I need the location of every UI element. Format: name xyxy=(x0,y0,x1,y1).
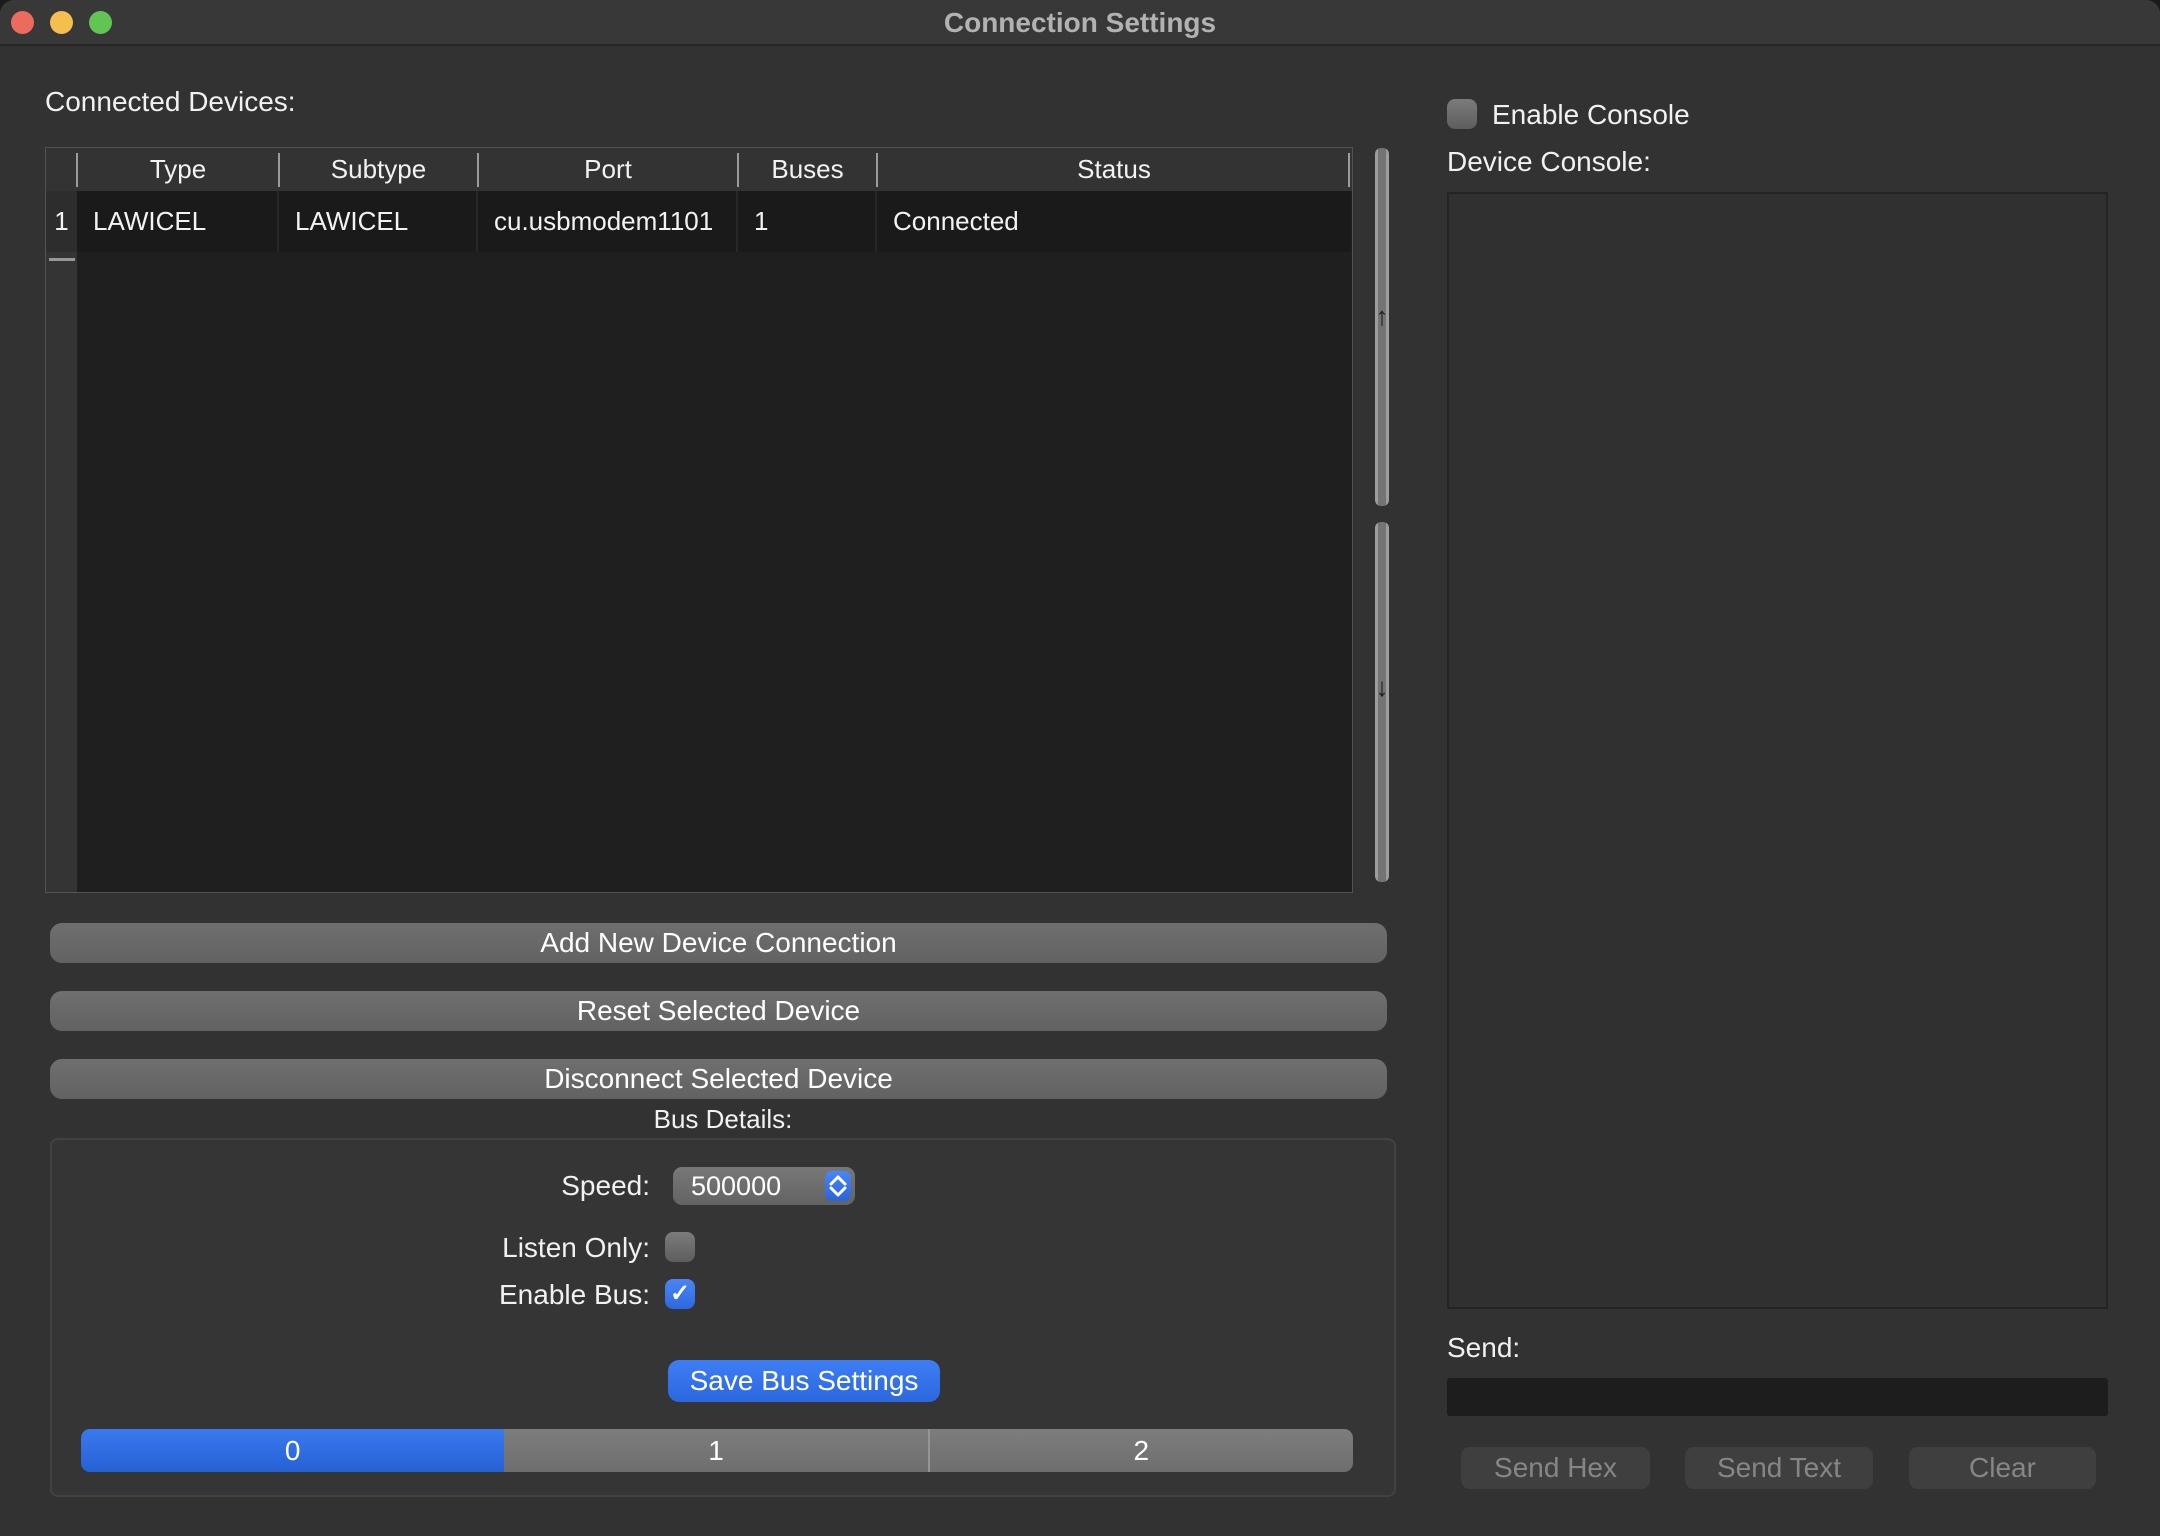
send-hex-button[interactable]: Send Hex xyxy=(1461,1447,1650,1489)
enable-console-label: Enable Console xyxy=(1492,100,1690,130)
bus-tab-2[interactable]: 2 xyxy=(928,1429,1353,1472)
checkmark-icon: ✓ xyxy=(670,1280,690,1307)
bus-tab-0[interactable]: 0 xyxy=(81,1429,504,1472)
listen-only-label: Listen Only: xyxy=(380,1229,650,1267)
table-row[interactable]: 1 LAWICEL LAWICEL cu.usbmodem1101 1 Conn… xyxy=(46,191,1352,252)
column-header-status[interactable]: Status xyxy=(877,148,1351,191)
stepper-up-icon xyxy=(829,1175,847,1186)
scroll-up-icon[interactable]: ↑ xyxy=(1375,303,1389,329)
row-number-column xyxy=(46,191,77,892)
cell-buses: 1 xyxy=(738,191,877,252)
header-separator xyxy=(477,153,479,187)
send-text-button[interactable]: Send Text xyxy=(1685,1447,1873,1489)
scrollbar-lower-segment[interactable]: ↓ xyxy=(1375,522,1389,882)
devices-table-header: Type Subtype Port Buses Status xyxy=(46,148,1352,191)
enable-console-checkbox[interactable] xyxy=(1447,99,1477,129)
enable-bus-checkbox[interactable]: ✓ xyxy=(665,1279,695,1309)
header-separator xyxy=(278,153,280,187)
save-bus-settings-button[interactable]: Save Bus Settings xyxy=(668,1360,940,1402)
devices-table: Type Subtype Port Buses Status 1 LAWICEL… xyxy=(45,147,1353,893)
header-separator xyxy=(876,153,878,187)
row-header-divider xyxy=(49,258,75,261)
column-header-port[interactable]: Port xyxy=(478,148,738,191)
header-separator xyxy=(737,153,739,187)
column-header-buses[interactable]: Buses xyxy=(738,148,877,191)
bus-tab-1[interactable]: 1 xyxy=(504,1429,927,1472)
header-separator xyxy=(76,153,78,187)
reset-device-button[interactable]: Reset Selected Device xyxy=(50,991,1387,1031)
cell-type: LAWICEL xyxy=(77,191,279,252)
device-console-label: Device Console: xyxy=(1447,146,1651,178)
scroll-down-icon[interactable]: ↓ xyxy=(1375,674,1389,700)
connection-settings-window: Connection Settings Connected Devices: T… xyxy=(0,0,2160,1536)
speed-stepper[interactable] xyxy=(825,1171,851,1201)
listen-only-checkbox[interactable] xyxy=(665,1232,695,1262)
cell-status: Connected xyxy=(877,191,1351,252)
scrollbar-upper-segment[interactable]: ↑ xyxy=(1375,148,1389,506)
header-separator xyxy=(1348,153,1350,187)
disconnect-device-button[interactable]: Disconnect Selected Device xyxy=(50,1059,1387,1099)
cell-port: cu.usbmodem1101 xyxy=(478,191,738,252)
bus-details-label: Bus Details: xyxy=(50,1104,1396,1135)
connected-devices-label: Connected Devices: xyxy=(45,86,296,118)
send-input[interactable] xyxy=(1447,1378,2108,1416)
speed-combobox[interactable]: 500000 xyxy=(673,1167,855,1205)
column-header-type[interactable]: Type xyxy=(77,148,279,191)
device-console-output[interactable] xyxy=(1447,192,2108,1309)
enable-bus-label: Enable Bus: xyxy=(380,1276,650,1314)
send-label: Send: xyxy=(1447,1332,1520,1364)
bus-selector: 0 1 2 xyxy=(81,1429,1353,1472)
window-title: Connection Settings xyxy=(0,0,2160,46)
stepper-down-icon xyxy=(829,1186,847,1197)
title-bar: Connection Settings xyxy=(0,0,2160,46)
column-header-subtype[interactable]: Subtype xyxy=(279,148,478,191)
clear-button[interactable]: Clear xyxy=(1909,1447,2096,1489)
speed-value: 500000 xyxy=(691,1167,781,1205)
cell-subtype: LAWICEL xyxy=(279,191,478,252)
add-device-button[interactable]: Add New Device Connection xyxy=(50,923,1387,963)
row-number: 1 xyxy=(46,191,77,252)
speed-label: Speed: xyxy=(380,1167,650,1205)
